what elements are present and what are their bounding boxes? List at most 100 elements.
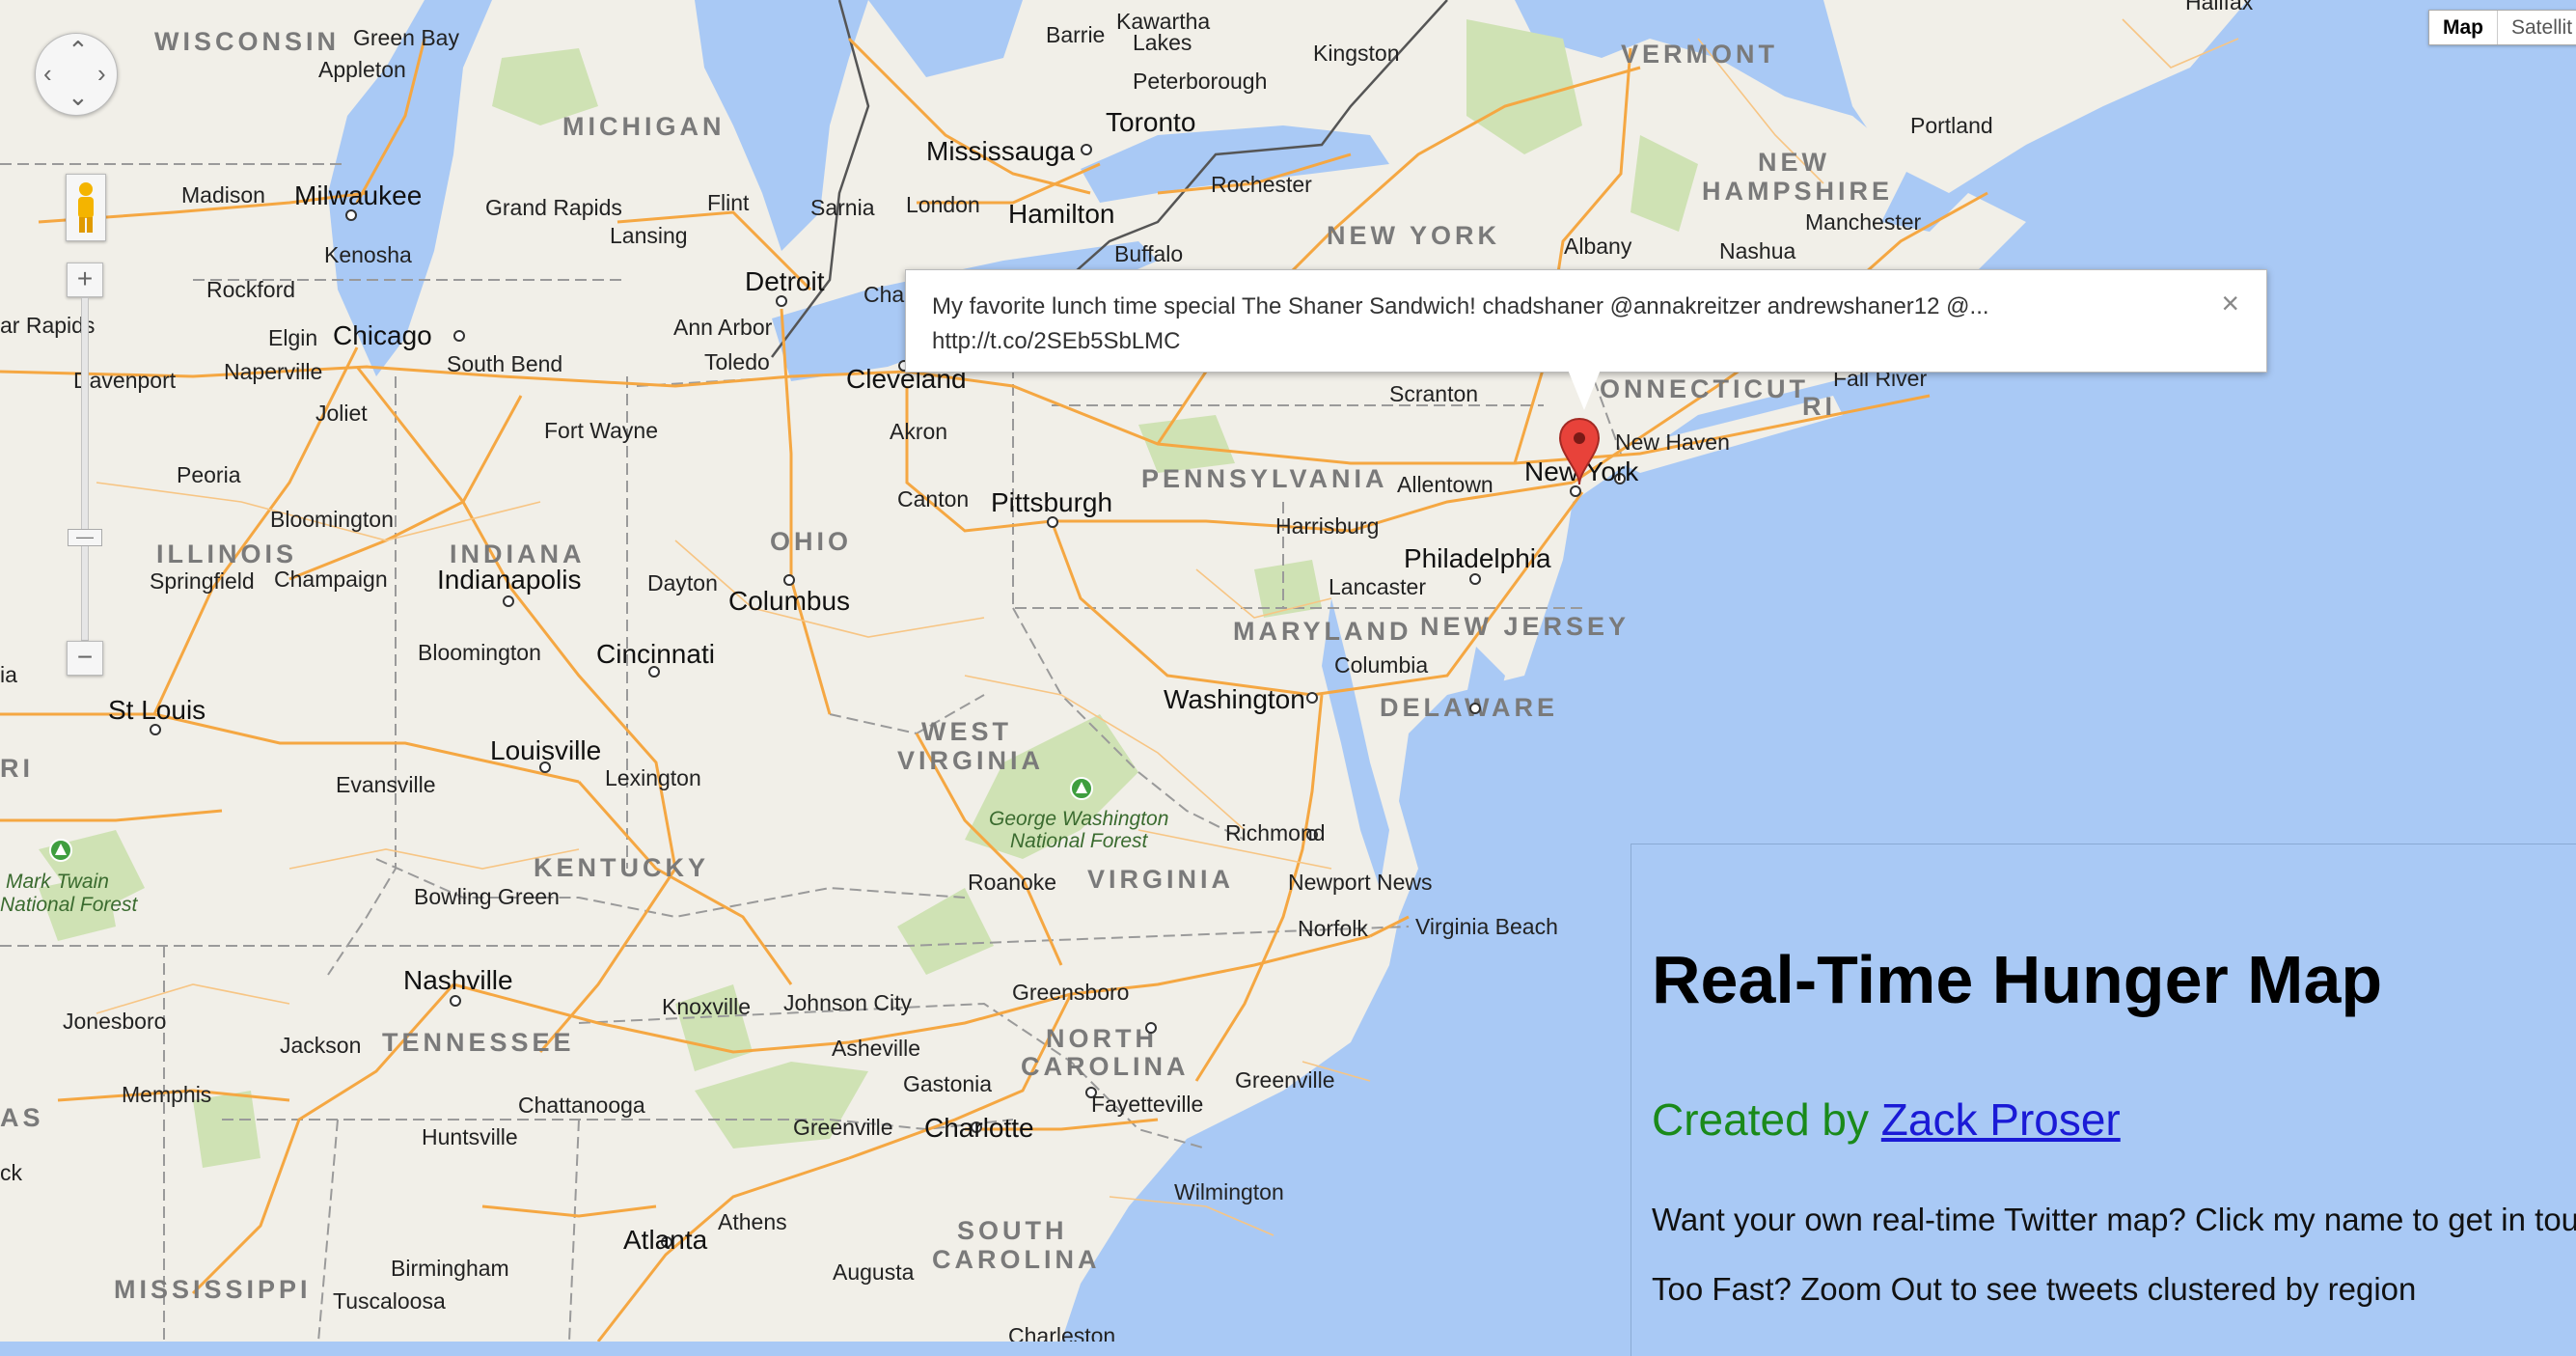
- state-label-new-york: NEW YORK: [1327, 221, 1500, 250]
- map-type-control: Map Satellit: [2428, 10, 2576, 45]
- state-label-vermont: VERMONT: [1621, 40, 1778, 69]
- city-label-springfield: Springfield: [150, 568, 255, 594]
- city-label-barrie: Barrie: [1046, 22, 1105, 47]
- city-label-akron: Akron: [890, 419, 947, 444]
- city-label-bloomington-in: Bloomington: [418, 640, 541, 665]
- author-credit: Created by Zack Proser: [1652, 1093, 2121, 1146]
- city-label-rochester: Rochester: [1211, 172, 1312, 197]
- state-label-virginia: VIRGINIA: [1087, 865, 1234, 894]
- state-label-pennsylvania: PENNSYLVANIA: [1141, 464, 1388, 493]
- city-label-chicago: Chicago: [333, 320, 432, 350]
- map-pin-icon[interactable]: [1558, 417, 1601, 491]
- city-label-ck-west: ck: [0, 1160, 23, 1185]
- city-label-naperville: Naperville: [224, 359, 322, 384]
- state-label-illinois: ILLINOIS: [156, 540, 297, 568]
- tweet-link[interactable]: http://t.co/2SEb5SbLMC: [932, 324, 2186, 359]
- pan-left-icon[interactable]: ‹: [43, 61, 52, 86]
- tweet-text: My favorite lunch time special The Shane…: [932, 290, 2186, 359]
- city-label-manchester: Manchester: [1805, 209, 1922, 235]
- zoom-hint: Too Fast? Zoom Out to see tweets cluster…: [1652, 1271, 2417, 1307]
- map-type-map-button[interactable]: Map: [2429, 11, 2497, 44]
- credit-prefix: Created by: [1652, 1094, 1881, 1145]
- zoom-in-button[interactable]: +: [67, 263, 103, 297]
- city-label-allentown: Allentown: [1397, 472, 1494, 497]
- city-label-indianapolis: Indianapolis: [437, 565, 581, 595]
- city-label-washington: Washington: [1164, 684, 1305, 714]
- state-label-ri: RI: [1802, 392, 1836, 421]
- city-label-columbia: Columbia: [1334, 652, 1428, 678]
- state-label-delaware: DELAWARE: [1380, 693, 1558, 722]
- city-label-new-haven: New Haven: [1615, 429, 1730, 455]
- city-label-appleton: Appleton: [318, 57, 406, 82]
- city-label-asheville: Asheville: [832, 1036, 920, 1061]
- city-label-pittsburgh: Pittsburgh: [991, 487, 1112, 517]
- city-label-louisville: Louisville: [490, 735, 601, 765]
- author-link[interactable]: Zack Proser: [1881, 1094, 2121, 1145]
- state-label-south-carolina-1: SOUTH: [957, 1216, 1068, 1245]
- city-label-columbus: Columbus: [728, 586, 850, 616]
- park-label-mark-twain-2: National Forest: [0, 894, 139, 916]
- city-label-greenville-nc: Greenville: [1235, 1067, 1335, 1093]
- city-label-bowling-green: Bowling Green: [414, 884, 560, 909]
- city-label-flint: Flint: [707, 190, 750, 215]
- zoom-out-button[interactable]: −: [67, 641, 103, 676]
- city-label-sarnia: Sarnia: [810, 195, 875, 220]
- city-label-cincinnati: Cincinnati: [596, 639, 715, 669]
- state-label-south-carolina-2: CAROLINA: [932, 1245, 1101, 1274]
- state-label-ohio: OHIO: [770, 527, 852, 556]
- city-label-athens: Athens: [718, 1209, 787, 1234]
- city-label-elgin: Elgin: [268, 325, 317, 350]
- city-label-jackson: Jackson: [280, 1033, 361, 1058]
- city-label-milwaukee: Milwaukee: [294, 180, 422, 210]
- state-label-new-hampshire-1: NEW: [1758, 148, 1830, 177]
- city-label-wilmington: Wilmington: [1174, 1179, 1284, 1204]
- state-label-kentucky: KENTUCKY: [534, 853, 709, 882]
- page-title: Real-Time Hunger Map: [1652, 942, 2383, 1017]
- city-label-lancaster: Lancaster: [1329, 574, 1426, 599]
- park-label-george-washington-1: George Washington: [989, 808, 1168, 830]
- city-label-albany: Albany: [1564, 234, 1632, 259]
- city-label-chattanooga: Chattanooga: [518, 1093, 645, 1118]
- pan-right-icon[interactable]: ›: [97, 61, 106, 86]
- city-label-nashua: Nashua: [1719, 238, 1795, 263]
- city-label-portland: Portland: [1910, 113, 1993, 138]
- city-label-madison: Madison: [181, 182, 265, 208]
- city-label-charlotte: Charlotte: [924, 1113, 1034, 1143]
- city-label-hamilton: Hamilton: [1008, 199, 1114, 229]
- state-label-michigan: MICHIGAN: [562, 112, 726, 141]
- city-label-evansville: Evansville: [336, 772, 436, 797]
- info-window-pointer: [1568, 370, 1601, 410]
- close-icon[interactable]: ×: [2221, 286, 2239, 321]
- city-label-ann-arbor: Ann Arbor: [673, 315, 773, 340]
- city-label-knoxville: Knoxville: [662, 994, 751, 1019]
- state-label-west-virginia-2: VIRGINIA: [897, 746, 1044, 775]
- pan-down-icon[interactable]: ⌄: [68, 84, 89, 109]
- city-label-greensboro: Greensboro: [1012, 980, 1129, 1005]
- state-label-north-carolina-2: CAROLINA: [1021, 1052, 1190, 1081]
- state-label-new-jersey: NEW JERSEY: [1420, 612, 1630, 641]
- pan-up-icon[interactable]: ⌃: [68, 38, 89, 63]
- city-label-cha: Cha: [863, 282, 904, 307]
- park-label-mark-twain-1: Mark Twain: [6, 871, 109, 893]
- city-label-peoria: Peoria: [177, 462, 241, 487]
- city-label-huntsville: Huntsville: [422, 1124, 518, 1149]
- street-view-pegman-icon[interactable]: [66, 174, 106, 241]
- zoom-slider-thumb[interactable]: —: [68, 528, 102, 546]
- city-label-champaign: Champaign: [274, 567, 388, 592]
- city-label-virginia-beach: Virginia Beach: [1415, 914, 1558, 939]
- city-label-augusta: Augusta: [833, 1259, 915, 1285]
- city-label-lexington: Lexington: [605, 765, 701, 790]
- city-label-nashville: Nashville: [403, 965, 513, 995]
- city-label-tuscaloosa: Tuscaloosa: [333, 1288, 446, 1314]
- city-label-halifax: Halifax: [2185, 0, 2254, 14]
- city-label-south-bend: South Bend: [447, 351, 562, 376]
- pan-control[interactable]: ⌃ ⌄ ‹ ›: [35, 33, 118, 116]
- city-label-mississauga: Mississauga: [926, 136, 1075, 166]
- zoom-slider-track[interactable]: [81, 297, 89, 641]
- map-type-satellite-button[interactable]: Satellit: [2497, 11, 2576, 44]
- state-label-mississippi: MISSISSIPPI: [114, 1275, 312, 1304]
- city-label-buffalo: Buffalo: [1114, 241, 1183, 266]
- city-label-davenport: Davenport: [73, 368, 177, 393]
- city-label-green-bay: Green Bay: [353, 25, 459, 50]
- city-label-roanoke: Roanoke: [968, 870, 1056, 895]
